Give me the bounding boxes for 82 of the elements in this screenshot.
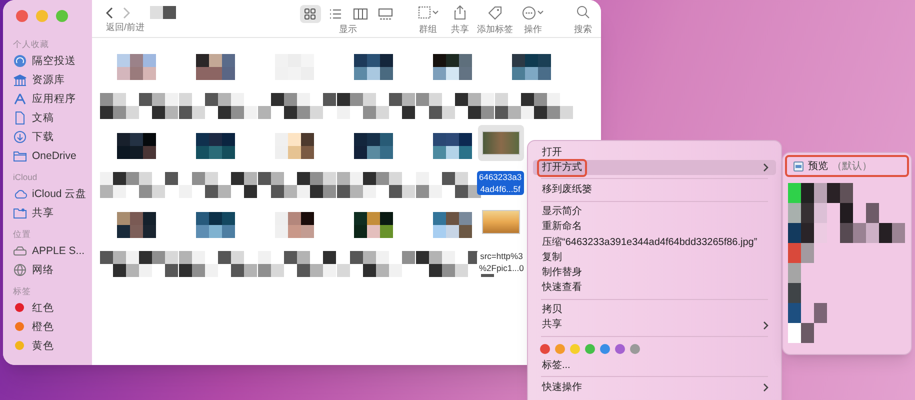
pixelated-thumbnail[interactable] xyxy=(433,133,472,159)
share-icon[interactable] xyxy=(453,5,467,21)
pixelated-thumbnail[interactable] xyxy=(196,133,235,159)
thumbnail-frame[interactable] xyxy=(478,125,524,161)
photo-placeholder xyxy=(482,131,520,155)
pixelated-thumbnail[interactable] xyxy=(117,212,156,238)
menu-item[interactable]: 复制 xyxy=(533,250,776,266)
drive-icon xyxy=(13,244,27,258)
menu-item[interactable]: 标签... xyxy=(533,358,776,374)
sidebar-item[interactable]: 应用程序 xyxy=(32,92,76,104)
section-heading: 位置 xyxy=(13,228,32,241)
columns-view-icon xyxy=(352,6,369,22)
menu-item[interactable]: 快速查看 xyxy=(533,280,776,296)
sidebar-item[interactable]: 橙色 xyxy=(32,320,54,332)
airdrop-icon xyxy=(13,54,27,68)
group-icon[interactable] xyxy=(417,5,439,21)
sidebar-item[interactable]: 文稿 xyxy=(32,112,54,124)
document-icon xyxy=(13,110,27,124)
view-mode-button[interactable] xyxy=(300,5,321,23)
view-label: 显示 xyxy=(339,23,357,36)
nav-label: 返回/前进 xyxy=(106,21,145,34)
pixelated-title xyxy=(150,6,176,19)
sidebar-item[interactable]: 黄色 xyxy=(32,340,54,352)
menu-item[interactable]: 共享 xyxy=(533,318,776,334)
toolbar-label: 搜索 xyxy=(574,23,592,36)
pixelated-thumbnail[interactable] xyxy=(354,133,393,159)
section-heading: 个人收藏 xyxy=(13,38,50,51)
menu-item[interactable]: 显示简介 xyxy=(533,204,776,220)
pixelated-thumbnail[interactable] xyxy=(354,54,393,80)
toolbar-label: 操作 xyxy=(524,23,542,36)
more-icon[interactable] xyxy=(521,5,545,21)
tag-icon[interactable] xyxy=(487,5,503,21)
chevron-icon xyxy=(763,320,769,330)
pixelated-thumbnail[interactable] xyxy=(433,54,472,80)
file-name[interactable]: src=http%3 %2Fpic1...0 xyxy=(477,250,526,274)
menu-item[interactable]: 拷贝 xyxy=(533,302,776,318)
toolbar-label: 群组 xyxy=(419,23,437,36)
sidebar-item[interactable]: APPLE S... xyxy=(32,244,85,256)
section-heading: 标签 xyxy=(13,285,32,298)
pixelated-thumbnail[interactable] xyxy=(354,212,393,238)
pixelated-thumbnail[interactable] xyxy=(196,54,235,80)
download-icon xyxy=(13,130,27,144)
globe-icon xyxy=(13,262,27,276)
back-icon[interactable] xyxy=(106,6,114,18)
apps-icon xyxy=(13,92,27,106)
chevron-icon xyxy=(763,163,769,172)
sidebar-item[interactable]: OneDrive xyxy=(32,150,76,162)
pixelated-thumbnail[interactable] xyxy=(433,212,472,238)
pixelated-thumbnail[interactable] xyxy=(117,54,156,80)
menu-item[interactable]: 快速操作 xyxy=(533,380,776,396)
sidebar-item[interactable]: 共享 xyxy=(32,206,54,218)
sidebar-item[interactable]: 网络 xyxy=(32,264,54,276)
menu-item[interactable]: 打开方式 xyxy=(533,160,776,176)
chevron-icon xyxy=(763,383,769,392)
menu-item[interactable]: 预览 （默认） xyxy=(787,157,907,175)
section-heading: iCloud xyxy=(13,171,38,184)
sidebar-item[interactable]: 红色 xyxy=(32,302,54,314)
toolbar-label: 添加标签 xyxy=(477,23,513,36)
menu-item[interactable]: 移到废纸篓 xyxy=(533,182,776,198)
pixelated-thumbnail[interactable] xyxy=(275,212,314,238)
pixelated-thumbnail[interactable] xyxy=(512,54,551,80)
pixelated-thumbnail[interactable] xyxy=(196,212,235,238)
sidebar-item[interactable]: iCloud 云盘 xyxy=(32,188,87,200)
sidebar-item[interactable]: 资源库 xyxy=(32,74,65,86)
menu-item[interactable]: 制作替身 xyxy=(533,265,776,280)
photo-placeholder xyxy=(482,210,520,234)
toolbar-label: 共享 xyxy=(451,23,469,36)
menu-item[interactable]: 重新命名 xyxy=(533,220,776,235)
pixelated-thumbnail[interactable] xyxy=(275,133,314,159)
library-icon xyxy=(13,72,27,86)
close-button[interactable] xyxy=(16,10,28,22)
search-icon[interactable] xyxy=(576,5,590,21)
file-name[interactable]: 6463233a3 4ad4f6...5f xyxy=(477,171,524,195)
menu-item[interactable]: 打开 xyxy=(533,145,776,160)
pixelated-thumbnail[interactable] xyxy=(117,133,156,159)
preview-app-icon xyxy=(793,160,804,172)
sidebar-item[interactable]: 隔空投送 xyxy=(32,54,76,66)
menu-item[interactable]: 压缩“6463233a391e344ad4f64bdd33265f86.jpg” xyxy=(533,234,776,250)
sidebar-item[interactable]: 下载 xyxy=(32,130,54,142)
shared-folder-icon xyxy=(13,206,27,220)
folder-icon xyxy=(13,148,27,162)
gallery-view-icon xyxy=(377,6,394,22)
